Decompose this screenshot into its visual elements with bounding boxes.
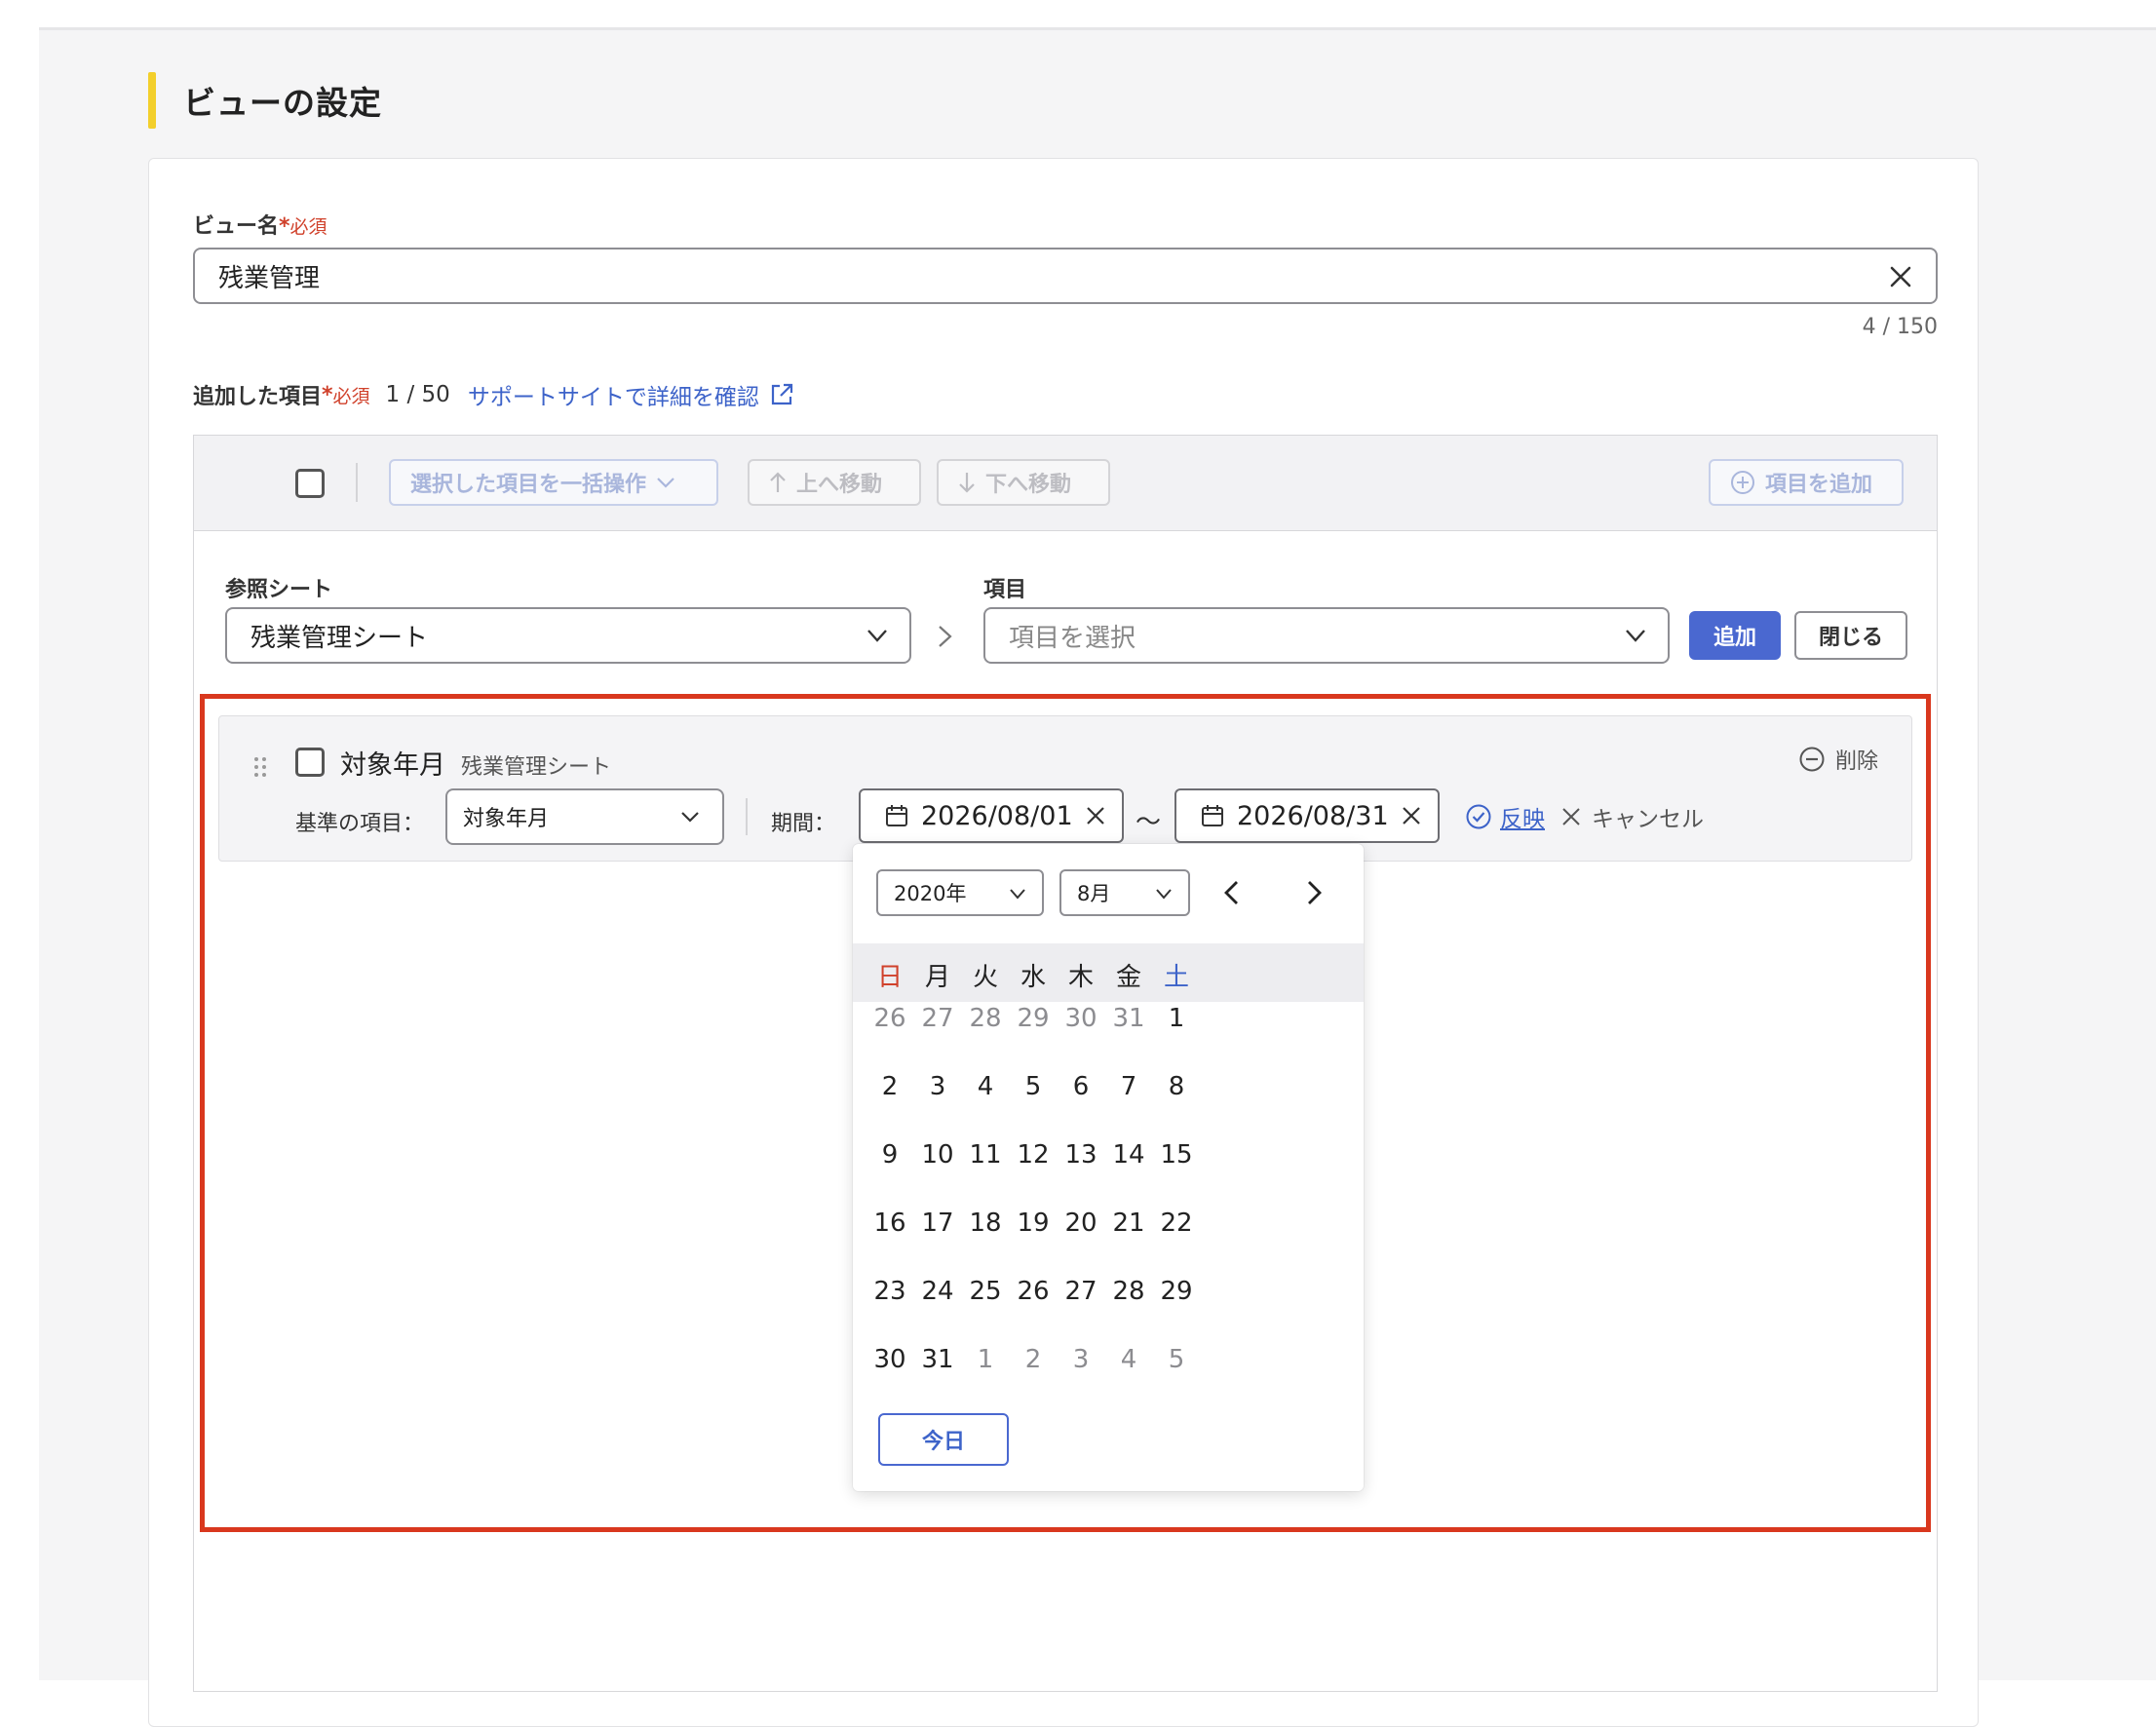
add-item-button[interactable]: 項目を追加 [1709,459,1904,506]
item-name: 対象年月 [340,750,445,781]
chevron-down-icon [1156,889,1172,900]
add-item-label: 項目を追加 [1765,473,1873,497]
item-checkbox[interactable] [295,748,325,777]
plus-circle-icon [1731,471,1754,494]
drag-handle-icon[interactable] [252,755,268,779]
arrow-down-icon [959,473,975,493]
bulk-action-label: 選択した項目を一括操作 [410,473,647,497]
calendar-day[interactable]: 15 [1147,1140,1206,1170]
move-down-button[interactable]: 下へ移動 [937,459,1110,506]
sheet-select-value: 残業管理シート [250,623,429,653]
base-item-select[interactable]: 対象年月 [445,788,724,845]
section-accent-bar [148,72,156,129]
added-items-label: 追加した項目 [193,385,323,409]
year-select[interactable]: 2020年 [876,869,1044,916]
item-select-placeholder: 項目を選択 [1009,623,1136,653]
item-label: 項目 [983,578,1027,602]
year-select-value: 2020年 [894,882,967,905]
today-button[interactable]: 今日 [878,1413,1009,1466]
required-mark: * [322,382,333,407]
cancel-button[interactable]: キャンセル [1560,800,1704,833]
move-up-label: 上へ移動 [796,473,883,497]
clear-icon[interactable] [1085,805,1106,826]
start-date-field[interactable]: 2026/08/01 [859,788,1124,843]
chevron-right-icon [939,626,952,647]
character-counter: 4 / 150 [1862,315,1938,339]
clear-icon[interactable] [1401,805,1422,826]
items-toolbar: 選択した項目を一括操作 上へ移動 下へ移動 項目を追加 [194,436,1937,531]
required-mark: * [279,214,290,239]
calendar-day[interactable]: 5 [1147,1345,1206,1374]
sheet-select[interactable]: 残業管理シート [225,607,911,664]
close-button[interactable]: 閉じる [1794,611,1907,660]
external-link-icon[interactable] [769,382,794,407]
delete-button[interactable]: 削除 [1798,744,1878,775]
calendar-day[interactable]: 1 [1147,1004,1206,1033]
range-separator: 〜 [1136,808,1162,837]
sheet-label: 参照シート [225,578,333,602]
cancel-label: キャンセル [1592,807,1704,832]
item-row: 対象年月 残業管理シート 削除 基準の項目： 対象年月 期間： 2026/08/… [218,715,1912,862]
calendar-day[interactable]: 29 [1147,1277,1206,1306]
move-up-button[interactable]: 上へ移動 [748,459,921,506]
calendar-icon [1202,805,1223,826]
required-text: 必須 [332,385,370,407]
item-select[interactable]: 項目を選択 [983,607,1670,664]
month-select-value: 8月 [1077,882,1111,905]
move-down-label: 下へ移動 [985,473,1072,497]
end-date-value: 2026/08/31 [1237,800,1389,831]
chevron-down-icon [681,812,699,823]
month-select[interactable]: 8月 [1059,869,1190,916]
chevron-down-icon [867,630,887,642]
view-name-input[interactable]: 残業管理 [193,248,1938,304]
date-picker-popup: 2020年 8月 日月火水木金土 26 27 28 29 30 31 1 2 3 4 5 6 7 8 9 10 1… [853,844,1364,1491]
item-sheet-name: 残業管理シート [461,755,612,780]
apply-label: 反映 [1500,807,1545,832]
calendar-day[interactable]: 22 [1147,1209,1206,1238]
page-top-divider [39,27,2156,30]
previous-month-icon[interactable] [1217,877,1249,908]
view-name-label: ビュー名 [193,214,280,239]
next-month-icon[interactable] [1297,877,1328,908]
toolbar-divider [356,463,358,502]
calendar-icon [886,805,907,826]
period-label: 期間： [771,812,836,836]
end-date-field[interactable]: 2026/08/31 [1174,788,1440,843]
delete-label: 削除 [1835,749,1879,774]
items-count: 1 / 50 [385,382,450,407]
bulk-action-button[interactable]: 選択した項目を一括操作 [389,459,718,506]
chevron-down-icon [1626,630,1645,642]
row-divider [746,798,748,835]
weekday-label: 土 [1163,963,1189,992]
base-item-value: 対象年月 [463,807,550,831]
select-all-checkbox[interactable] [295,469,325,498]
view-name-value: 残業管理 [218,263,321,293]
check-circle-icon [1466,804,1491,829]
chevron-down-icon [657,478,674,488]
added-items-header: 追加した項目 * 必須 1 / 50 サポートサイトで詳細を確認 [193,378,794,411]
section-header: ビューの設定 [148,72,382,129]
chevron-down-icon [1010,889,1025,900]
close-icon [1562,808,1580,825]
minus-circle-icon [1799,747,1825,772]
required-text: 必須 [289,216,327,238]
clear-icon[interactable] [1887,263,1914,290]
add-button[interactable]: 追加 [1689,611,1781,660]
support-site-link[interactable]: サポートサイトで詳細を確認 [468,378,759,411]
section-title: ビューの設定 [183,84,382,122]
base-item-label: 基準の項目： [295,812,425,836]
view-name-label-row: ビュー名 * 必須 [193,209,327,240]
apply-button[interactable]: 反映 [1465,800,1545,833]
arrow-up-icon [770,472,786,492]
start-date-value: 2026/08/01 [921,800,1073,831]
calendar-day[interactable]: 8 [1147,1072,1206,1101]
